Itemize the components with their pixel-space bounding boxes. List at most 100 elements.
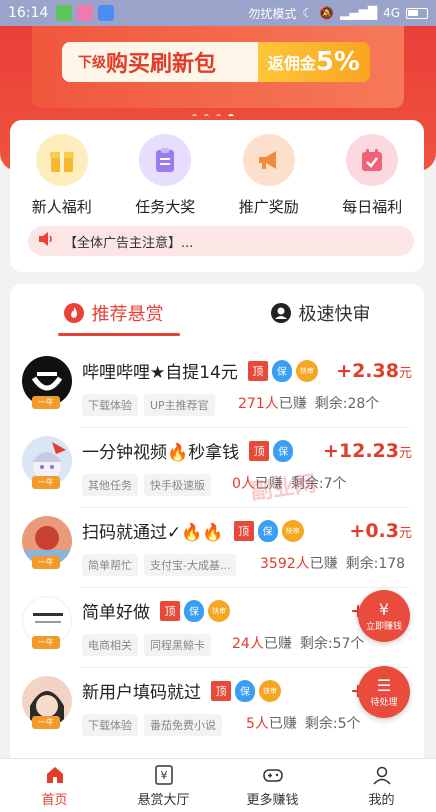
task-price: +12.23元	[322, 440, 412, 462]
nav-label: 我的	[368, 792, 395, 808]
menu-label: 推广奖励	[238, 198, 299, 216]
fast-review-badge: 快审	[208, 599, 230, 622]
task-price: +0.3元	[349, 520, 412, 542]
pagination-dot[interactable]	[216, 114, 221, 116]
level-badge: 一牛	[32, 396, 60, 409]
menu-daily-bonus[interactable]: 每日福利	[327, 134, 417, 217]
banner-pagination	[192, 114, 234, 116]
guarantee-badge: 保	[271, 359, 292, 382]
level-badge: 一牛	[32, 636, 60, 649]
pagination-dot-active[interactable]	[228, 114, 234, 116]
task-stats: 271人已赚 剩余:28个	[238, 396, 380, 412]
megaphone-icon	[242, 134, 295, 186]
menu-label: 新人福利	[31, 198, 92, 216]
earn-now-button[interactable]: ¥ 立即赚钱	[358, 590, 410, 642]
task-title: 新用户填码就过	[82, 683, 201, 703]
moon-icon: ☾	[302, 6, 314, 20]
pending-button[interactable]: ☰ 待处理	[358, 666, 410, 718]
guarantee-badge: 保	[257, 519, 278, 542]
list-icon: ☰	[376, 675, 392, 695]
task-tag: 支付宝-大成基...	[144, 554, 237, 576]
menu-promo-reward[interactable]: 推广奖励	[224, 134, 314, 217]
home-icon	[44, 764, 66, 786]
task-tag: UP主推荐官	[144, 394, 215, 416]
banner-rebate-text: 返佣金	[267, 54, 316, 73]
bottom-nav: 首页 ¥ 悬赏大厅 更多赚钱 我的	[0, 758, 436, 812]
top-badge: 顶	[249, 440, 270, 461]
task-tag: 快手极速版	[144, 474, 211, 496]
gift-icon	[35, 134, 88, 186]
fast-review-badge: 快审	[259, 679, 281, 702]
fast-review-badge: 快审	[281, 519, 304, 542]
task-tag: 其他任务	[82, 474, 138, 496]
speaker-icon	[38, 232, 54, 250]
status-time: 16:14	[8, 5, 49, 21]
earn-now-label: 立即赚钱	[365, 621, 402, 632]
banner-big-text: 购买刷新包	[106, 52, 217, 77]
level-badge: 一牛	[32, 556, 60, 569]
banner-rebate: 返佣金 5%	[257, 42, 370, 82]
guarantee-badge: 保	[235, 679, 255, 702]
level-badge: 一牛	[32, 716, 60, 729]
nav-more-earn[interactable]: 更多赚钱	[218, 759, 327, 812]
flame-icon	[63, 303, 84, 323]
task-stats: 5人已赚 剩余:5个	[246, 716, 361, 732]
top-badge: 顶	[211, 680, 231, 701]
user-circle-icon	[270, 303, 291, 323]
pagination-dot[interactable]	[204, 114, 209, 116]
dnd-mode-label: 勿扰模式	[248, 6, 297, 21]
task-tag: 简单帮忙	[82, 554, 138, 576]
notice-bar[interactable]: 【全体广告主注意】...	[28, 226, 414, 256]
guarantee-badge: 保	[273, 439, 294, 462]
status-bar: 16:14 勿扰模式 ☾ 🔕 ▂▄▆█ 4G	[0, 0, 436, 26]
task-row[interactable]: 一牛 扫码就通过✓🔥🔥 顶 保 快审 +0.3元 简单帮忙 支付宝-大成基...…	[10, 508, 424, 588]
pagination-dot[interactable]	[192, 114, 197, 116]
quick-menu-card: 新人福利 任务大奖 推广奖励 每日福利 【全体广告主注意】...	[10, 120, 424, 272]
nav-label: 更多赚钱	[246, 792, 299, 808]
task-stats: 3592人已赚 剩余:178	[260, 556, 406, 572]
mute-icon: 🔕	[319, 6, 335, 20]
guarantee-badge: 保	[184, 599, 204, 622]
task-title: 哔哩哔哩★自提14元	[82, 363, 238, 383]
menu-label: 每日福利	[342, 198, 403, 216]
task-row[interactable]: 一牛 哔哩哔哩★自提14元 顶 保 快审 +2.38元 下载体验 UP主推荐官 …	[10, 348, 424, 428]
clipboard-icon	[139, 134, 192, 186]
menu-label: 任务大奖	[135, 198, 196, 216]
nav-label: 悬赏大厅	[137, 792, 190, 808]
user-icon	[371, 764, 393, 786]
menu-task-prize[interactable]: 任务大奖	[120, 134, 210, 217]
tab-label: 极速快审	[298, 304, 371, 325]
gamepad-icon	[262, 764, 284, 786]
task-tag: 同程黑鲸卡	[144, 634, 211, 656]
message-notification-icon	[98, 5, 115, 21]
nav-profile[interactable]: 我的	[327, 759, 436, 812]
top-badge: 顶	[233, 520, 254, 541]
app-notification-icon	[77, 5, 94, 21]
task-tag: 番茄免费小说	[144, 714, 222, 736]
menu-newbie-bonus[interactable]: 新人福利	[17, 134, 107, 217]
fast-review-badge: 快审	[295, 359, 318, 382]
notice-text: 【全体广告主注意】...	[64, 235, 194, 251]
level-badge: 一牛	[32, 476, 60, 489]
tab-fast-review[interactable]: 极速快审	[217, 284, 424, 342]
network-label: 4G	[383, 6, 400, 20]
task-title: 简单好做	[82, 603, 150, 623]
task-row[interactable]: 一牛 一分钟视频🔥秒拿钱 顶 保 +12.23元 其他任务 快手极速版 0人已赚…	[10, 428, 424, 508]
top-badge: 顶	[247, 360, 268, 381]
banner-pill: 下级 购买刷新包 返佣金 5%	[62, 42, 370, 82]
task-tabs: 推荐悬赏 极速快审	[10, 284, 424, 342]
nav-home[interactable]: 首页	[0, 759, 109, 812]
promo-banner[interactable]: 下级 购买刷新包 返佣金 5%	[0, 26, 436, 116]
nav-label: 首页	[41, 792, 68, 808]
task-tag: 下载体验	[82, 714, 138, 736]
task-price: +2.38元	[336, 360, 412, 382]
battery-icon	[406, 7, 428, 19]
nav-reward-hall[interactable]: ¥ 悬赏大厅	[109, 759, 218, 812]
banner-rebate-pct: 5%	[315, 47, 360, 77]
tab-recommend[interactable]: 推荐悬赏	[10, 284, 217, 342]
task-title: 扫码就通过✓🔥🔥	[82, 523, 224, 543]
yen-icon: ¥	[378, 599, 390, 619]
pending-label: 待处理	[370, 697, 398, 708]
task-stats: 24人已赚 剩余:57个	[232, 636, 365, 652]
tab-label: 推荐悬赏	[91, 304, 164, 325]
